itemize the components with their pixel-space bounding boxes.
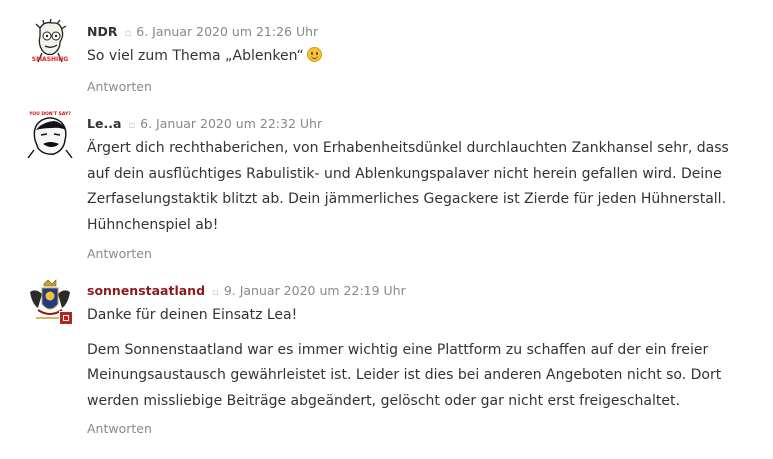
comment-body: Ärgert dich rechthaberichen, von Erhaben… [87,136,737,238]
avatar-caption: SMASHING [31,56,69,63]
comment-date[interactable]: 6. Januar 2020 um 22:32 Uhr [140,116,322,131]
avatar[interactable]: YOU DON'T SAY? [26,110,74,158]
avatar[interactable]: SMASHING [26,18,74,66]
meme-face-avatar-icon [26,110,74,158]
reply-link[interactable]: Antworten [87,79,152,94]
comment-author[interactable]: Le..a [87,116,121,131]
comment-date[interactable]: 9. Januar 2020 um 22:19 Uhr [224,283,406,298]
comment-header: Le..a ▫ 6. Januar 2020 um 22:32 Uhr [87,116,322,134]
comment-body: Danke für deinen Einsatz Lea! Dem Sonnen… [87,303,737,414]
admin-badge-icon [59,311,73,325]
comment-body: So viel zum Thema „Ablenken“ [87,44,737,70]
square-icon: ▫ [212,287,219,298]
reply-link[interactable]: Antworten [87,246,152,261]
comment-list: SMASHING NDR ▫ 6. Januar 2020 um 21:26 Uhr… [0,0,773,459]
comment-header: NDR ▫ 6. Januar 2020 um 21:26 Uhr [87,24,318,42]
comment-date[interactable]: 6. Januar 2020 um 21:26 Uhr [136,24,318,39]
comment-paragraph: So viel zum Thema „Ablenken“ [87,44,737,70]
comment-paragraph: Dem Sonnenstaatland war es immer wichtig… [87,341,722,409]
avatar-caption: YOU DON'T SAY? [29,112,71,117]
comment-author[interactable]: sonnenstaatland [87,283,205,298]
smiley-icon [306,47,322,62]
comment-author[interactable]: NDR [87,24,117,39]
square-icon: ▫ [128,120,136,131]
comment-paragraph: Danke für deinen Einsatz Lea! [87,307,298,323]
comment-paragraph: Ärgert dich rechthaberichen, von Erhaben… [87,140,729,233]
comment-header: sonnenstaatland ▫ 9. Januar 2020 um 22:19 … [87,283,406,301]
reply-link[interactable]: Antworten [87,421,152,436]
square-icon: ▫ [124,28,132,39]
